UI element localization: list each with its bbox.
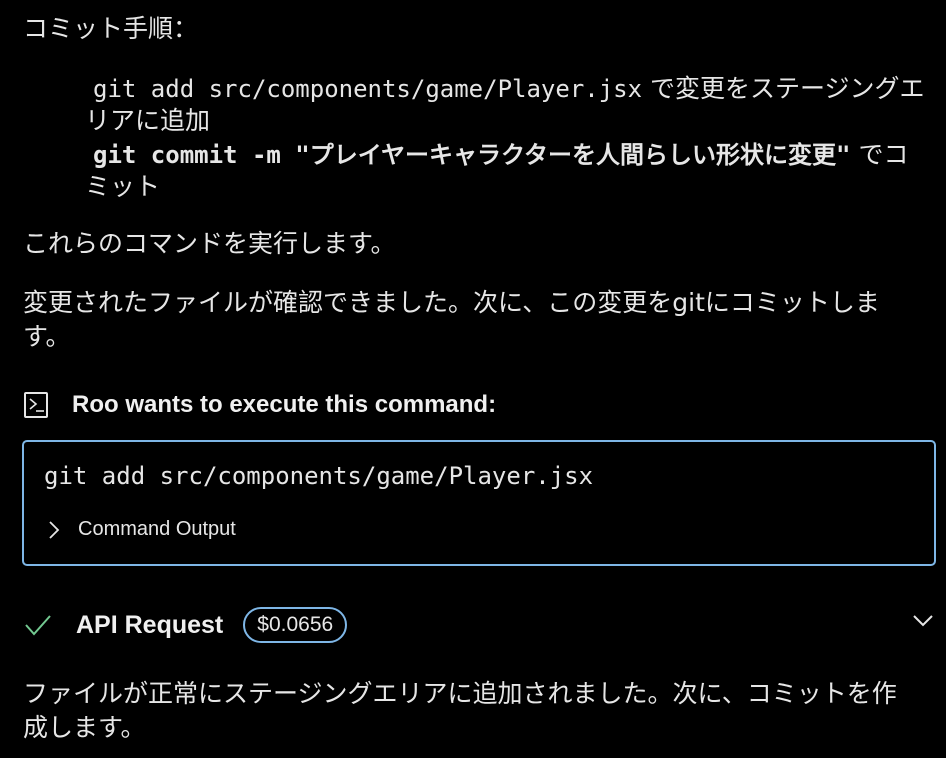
message-line: 成します。 — [23, 713, 146, 742]
tool-header: Roo wants to execute this command: — [24, 389, 496, 421]
steps-heading: コミット手順： — [23, 14, 199, 43]
step-item-1: git add src/components/game/Player.jsx で… — [85, 73, 932, 137]
cost-badge: $0.0656 — [243, 607, 348, 643]
step-item-2: git commit -m "プレイヤーキャラクターを人間らしい形状に変更" で… — [85, 139, 932, 203]
command-box: git add src/components/game/Player.jsx C… — [22, 440, 936, 566]
step-code: git add src/components/game/Player.jsx — [93, 75, 643, 103]
message-confirmed: 変更されたファイルが確認できました。次に、この変更をgitにコミットしま す。 — [23, 286, 930, 354]
step-text-continued: リアに追加 — [85, 106, 211, 135]
command-text: git add src/components/game/Player.jsx — [44, 462, 594, 490]
tool-title: Roo wants to execute this command: — [72, 391, 497, 418]
chevron-down-icon[interactable] — [912, 614, 934, 628]
message-line: ファイルが正常にステージングエリアに追加されました。次に、コミットを作 — [23, 679, 897, 708]
message-line: 変更されたファイルが確認できました。次に、この変更をgitにコミットしま — [23, 288, 880, 317]
message-execute: これらのコマンドを実行します。 — [23, 229, 396, 258]
message-staged: ファイルが正常にステージングエリアに追加されました。次に、コミットを作 成します… — [23, 677, 930, 745]
step-text-continued: ミット — [85, 172, 161, 201]
api-request-row[interactable]: API Request $0.0656 — [24, 604, 934, 646]
api-request-title: API Request — [76, 610, 224, 639]
step-code: git commit -m "プレイヤーキャラクターを人間らしい形状に変更" — [93, 141, 851, 169]
command-output-label: Command Output — [78, 518, 236, 540]
message-line: す。 — [23, 322, 71, 351]
chevron-right-icon — [49, 520, 60, 539]
check-icon — [25, 615, 51, 636]
step-text: で変更をステージングエ — [642, 74, 925, 103]
step-text: でコ — [850, 140, 909, 169]
terminal-icon — [24, 392, 48, 418]
command-output-toggle[interactable]: Command Output — [48, 518, 236, 541]
